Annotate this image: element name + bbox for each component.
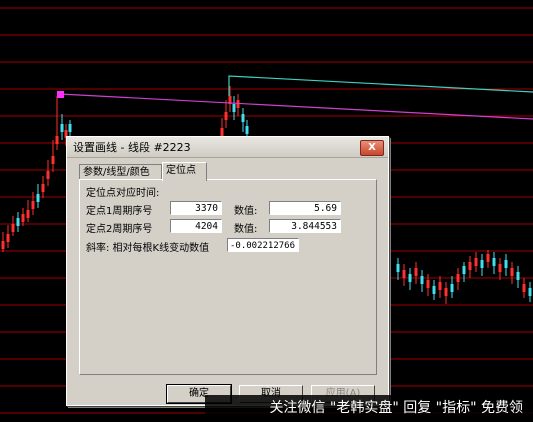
candle-body (396, 264, 400, 272)
candle-body (41, 184, 45, 192)
candle-body (224, 112, 228, 120)
candle-body (21, 214, 25, 222)
candle-body (420, 276, 424, 284)
candle-body (232, 104, 236, 112)
candle-body (6, 234, 10, 242)
candle-body (60, 124, 64, 132)
candle-body (456, 274, 460, 282)
candle-body (426, 280, 430, 288)
magenta-trend-line[interactable] (59, 93, 533, 120)
cyan-trend-line[interactable] (228, 75, 533, 96)
candle-body (51, 156, 55, 164)
candle-body (26, 210, 30, 218)
candle-body (438, 282, 442, 290)
candle-body (516, 272, 520, 280)
candle-body (55, 136, 59, 144)
trend-line-handle[interactable] (57, 91, 64, 98)
candle-body (241, 114, 245, 122)
candle-body (480, 260, 484, 268)
wechat-watermark-banner: 关注微信 "老韩实盘" 回复 "指标" 免费领 (205, 395, 533, 422)
candle-body (36, 194, 40, 202)
tab-params-style-color[interactable]: 参数/线型/颜色 (79, 164, 162, 180)
candle-body (11, 224, 15, 232)
candle-body (462, 266, 466, 274)
candle-body (486, 254, 490, 262)
point1-period-input[interactable]: 3370 (170, 201, 222, 215)
close-button[interactable]: X (360, 140, 384, 156)
slope-label: 斜率: 相对每根K线变动数值 (86, 243, 210, 254)
candle-body (414, 268, 418, 276)
candle-body (528, 288, 532, 296)
tab-anchor-points[interactable]: 定位点 (162, 162, 207, 181)
candle-body (432, 286, 436, 294)
candle-body (498, 264, 502, 272)
candle-body (220, 128, 224, 136)
section-label: 定位点对应时间: (86, 188, 160, 199)
point1-value-input[interactable]: 5.69 (269, 201, 341, 215)
candle-body (16, 218, 20, 226)
point1-value-label: 数值: (234, 206, 258, 217)
point1-period-label: 定点1周期序号 (86, 206, 153, 217)
point2-value-label: 数值: (234, 224, 258, 235)
candle-body (1, 241, 5, 249)
point2-value-input[interactable]: 3.844553 (269, 219, 341, 233)
dialog-titlebar[interactable]: 设置画线 - 线段 #2223 X (67, 137, 388, 158)
point2-period-label: 定点2周期序号 (86, 224, 153, 235)
candle-body (492, 258, 496, 266)
dialog-title: 设置画线 - 线段 #2223 (73, 141, 191, 154)
point2-period-input[interactable]: 4204 (170, 219, 222, 233)
draw-line-settings-dialog: 设置画线 - 线段 #2223 X 参数/线型/颜色 定位点 定位点对应时间: … (66, 136, 389, 406)
candle-body (474, 258, 478, 266)
anchor-points-panel: 定位点对应时间: 定点1周期序号 3370 数值: 5.69 定点2周期序号 4… (79, 179, 377, 375)
slope-value-input[interactable]: -0.002212766 (227, 238, 299, 252)
candle-body (444, 288, 448, 296)
candle-body (31, 201, 35, 209)
candle-body (468, 262, 472, 270)
candle-body (510, 268, 514, 276)
candle-body (402, 270, 406, 278)
candle-body (46, 171, 50, 179)
candle-body (504, 260, 508, 268)
candle-body (450, 284, 454, 292)
candle-body (522, 284, 526, 292)
candle-body (68, 124, 72, 132)
candle-body (245, 126, 249, 134)
candle-body (408, 274, 412, 282)
